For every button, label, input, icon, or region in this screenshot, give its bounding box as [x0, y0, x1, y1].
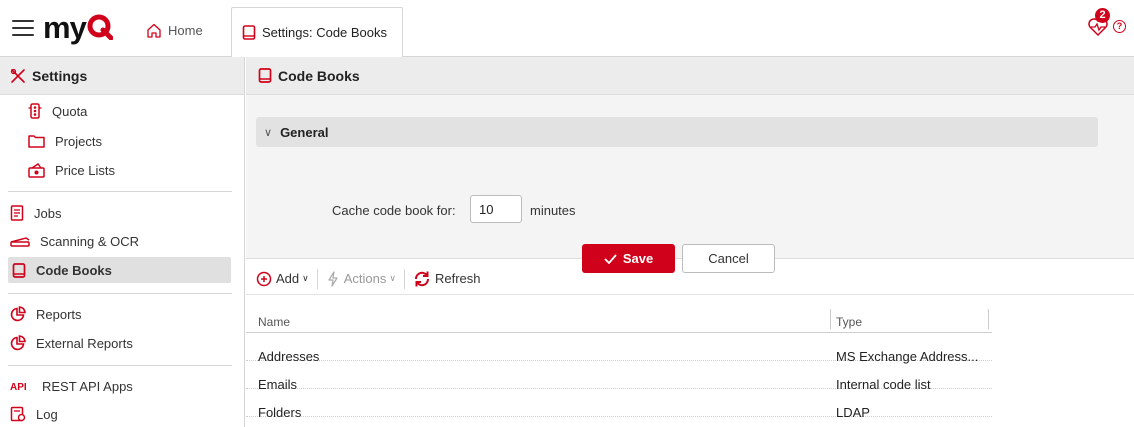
- code-books-table: Name Type Addresses MS Exchange Address.…: [246, 301, 992, 420]
- sidebar-item-code-books[interactable]: Code Books: [8, 257, 231, 283]
- pie-chart-icon: [10, 335, 26, 351]
- sidebar-item-jobs[interactable]: Jobs: [10, 200, 61, 226]
- sidebar-item-projects[interactable]: Projects: [28, 128, 102, 154]
- table-row[interactable]: Emails Internal code list: [246, 361, 992, 392]
- pie-chart-icon: [10, 306, 26, 322]
- tab-home-label: Home: [168, 22, 203, 38]
- book-icon: [258, 68, 272, 83]
- refresh-label: Refresh: [434, 271, 481, 286]
- sidebar-divider: [8, 293, 232, 294]
- sidebar-item-log[interactable]: Log: [10, 401, 58, 427]
- cell-name: Folders: [258, 405, 302, 420]
- sidebar-header: Settings: [0, 57, 244, 95]
- notifications-button[interactable]: 2: [1087, 8, 1111, 37]
- cache-label: Cache code book for:: [332, 203, 456, 218]
- column-resize-handle[interactable]: [830, 309, 831, 329]
- sidebar-item-label: Projects: [55, 133, 102, 149]
- section-general-header[interactable]: ∨ General: [256, 117, 1098, 147]
- toolbar-separator: [403, 268, 405, 289]
- sidebar-divider: [8, 365, 232, 366]
- scanner-icon: [10, 237, 30, 247]
- toolbar-separator: [316, 268, 318, 289]
- add-button[interactable]: Add ∨: [256, 271, 309, 287]
- main-header: Code Books: [246, 57, 1134, 95]
- add-label: Add: [276, 271, 300, 286]
- traffic-light-icon: [28, 103, 42, 119]
- sidebar-item-external-reports[interactable]: External Reports: [10, 330, 133, 356]
- log-icon: [10, 406, 26, 422]
- book-icon: [242, 25, 256, 40]
- plus-circle-icon: [256, 271, 272, 286]
- refresh-button[interactable]: Refresh: [413, 270, 481, 288]
- help-icon[interactable]: ?: [1113, 19, 1126, 33]
- table-row[interactable]: Folders LDAP: [246, 389, 992, 420]
- sidebar-divider: [8, 191, 232, 192]
- top-bar: my Home Settings: Code Books 2 ?: [0, 0, 1134, 58]
- page-title: Code Books: [278, 67, 360, 84]
- refresh-icon: [414, 271, 429, 286]
- table-header: Name Type: [246, 301, 992, 333]
- sidebar-item-quota[interactable]: Quota: [28, 98, 87, 124]
- tab-home[interactable]: Home: [146, 20, 203, 40]
- sidebar-item-label: Log: [36, 406, 58, 422]
- svg-text:API: API: [10, 382, 27, 392]
- book-icon: [12, 262, 26, 278]
- tab-active-label: Settings: Code Books: [262, 25, 388, 40]
- column-header-name[interactable]: Name: [258, 315, 290, 329]
- sidebar-item-scanning-ocr[interactable]: Scanning & OCR: [10, 228, 139, 254]
- lightning-icon: [328, 270, 338, 287]
- chevron-down-icon: ∨: [264, 126, 273, 139]
- cache-unit: minutes: [530, 203, 576, 218]
- sidebar-item-label: Reports: [36, 306, 82, 322]
- sidebar: Settings Quota Projects Price Lists Jobs…: [0, 57, 245, 427]
- sidebar-title: Settings: [32, 67, 88, 84]
- cell-type: LDAP: [836, 405, 870, 420]
- main-panel: Code Books ∨ General Cache code book for…: [246, 57, 1134, 427]
- sidebar-item-label: Scanning & OCR: [40, 233, 139, 249]
- actions-label: Actions: [343, 271, 387, 286]
- api-icon: API: [10, 382, 27, 392]
- home-icon: [147, 23, 161, 38]
- sidebar-item-reports[interactable]: Reports: [10, 301, 82, 327]
- folder-icon: [28, 135, 45, 148]
- grid-toolbar: Add ∨ Actions ∨ Refresh: [246, 263, 1134, 295]
- table-row[interactable]: Addresses MS Exchange Address...: [246, 333, 992, 364]
- column-header-type[interactable]: Type: [836, 315, 862, 329]
- sidebar-item-label: Quota: [52, 103, 88, 119]
- column-resize-handle[interactable]: [988, 309, 989, 329]
- tab-settings-code-books[interactable]: Settings: Code Books: [231, 7, 403, 58]
- hamburger-menu-icon[interactable]: [12, 19, 34, 37]
- actions-button[interactable]: Actions ∨: [326, 270, 396, 287]
- settings-form: ∨ General Cache code book for: minutes S…: [246, 95, 1134, 273]
- sidebar-item-rest-api-apps[interactable]: API REST API Apps: [10, 373, 133, 399]
- sidebar-item-price-lists[interactable]: Price Lists: [28, 157, 115, 183]
- sidebar-item-label: Jobs: [34, 205, 62, 221]
- tools-icon: [10, 68, 25, 83]
- myq-logo[interactable]: my: [43, 12, 114, 43]
- cache-minutes-input[interactable]: [470, 195, 522, 223]
- notification-badge: 2: [1095, 8, 1110, 23]
- section-title: General: [280, 124, 329, 140]
- chevron-down-icon: ∨: [389, 273, 396, 283]
- check-icon: [604, 253, 617, 264]
- sidebar-item-label: Code Books: [36, 262, 112, 278]
- chevron-down-icon: ∨: [302, 273, 309, 283]
- sidebar-item-label: External Reports: [36, 335, 133, 351]
- sidebar-item-label: REST API Apps: [42, 378, 133, 394]
- sidebar-item-label: Price Lists: [55, 162, 115, 178]
- price-list-icon: [28, 162, 45, 178]
- document-icon: [10, 205, 24, 221]
